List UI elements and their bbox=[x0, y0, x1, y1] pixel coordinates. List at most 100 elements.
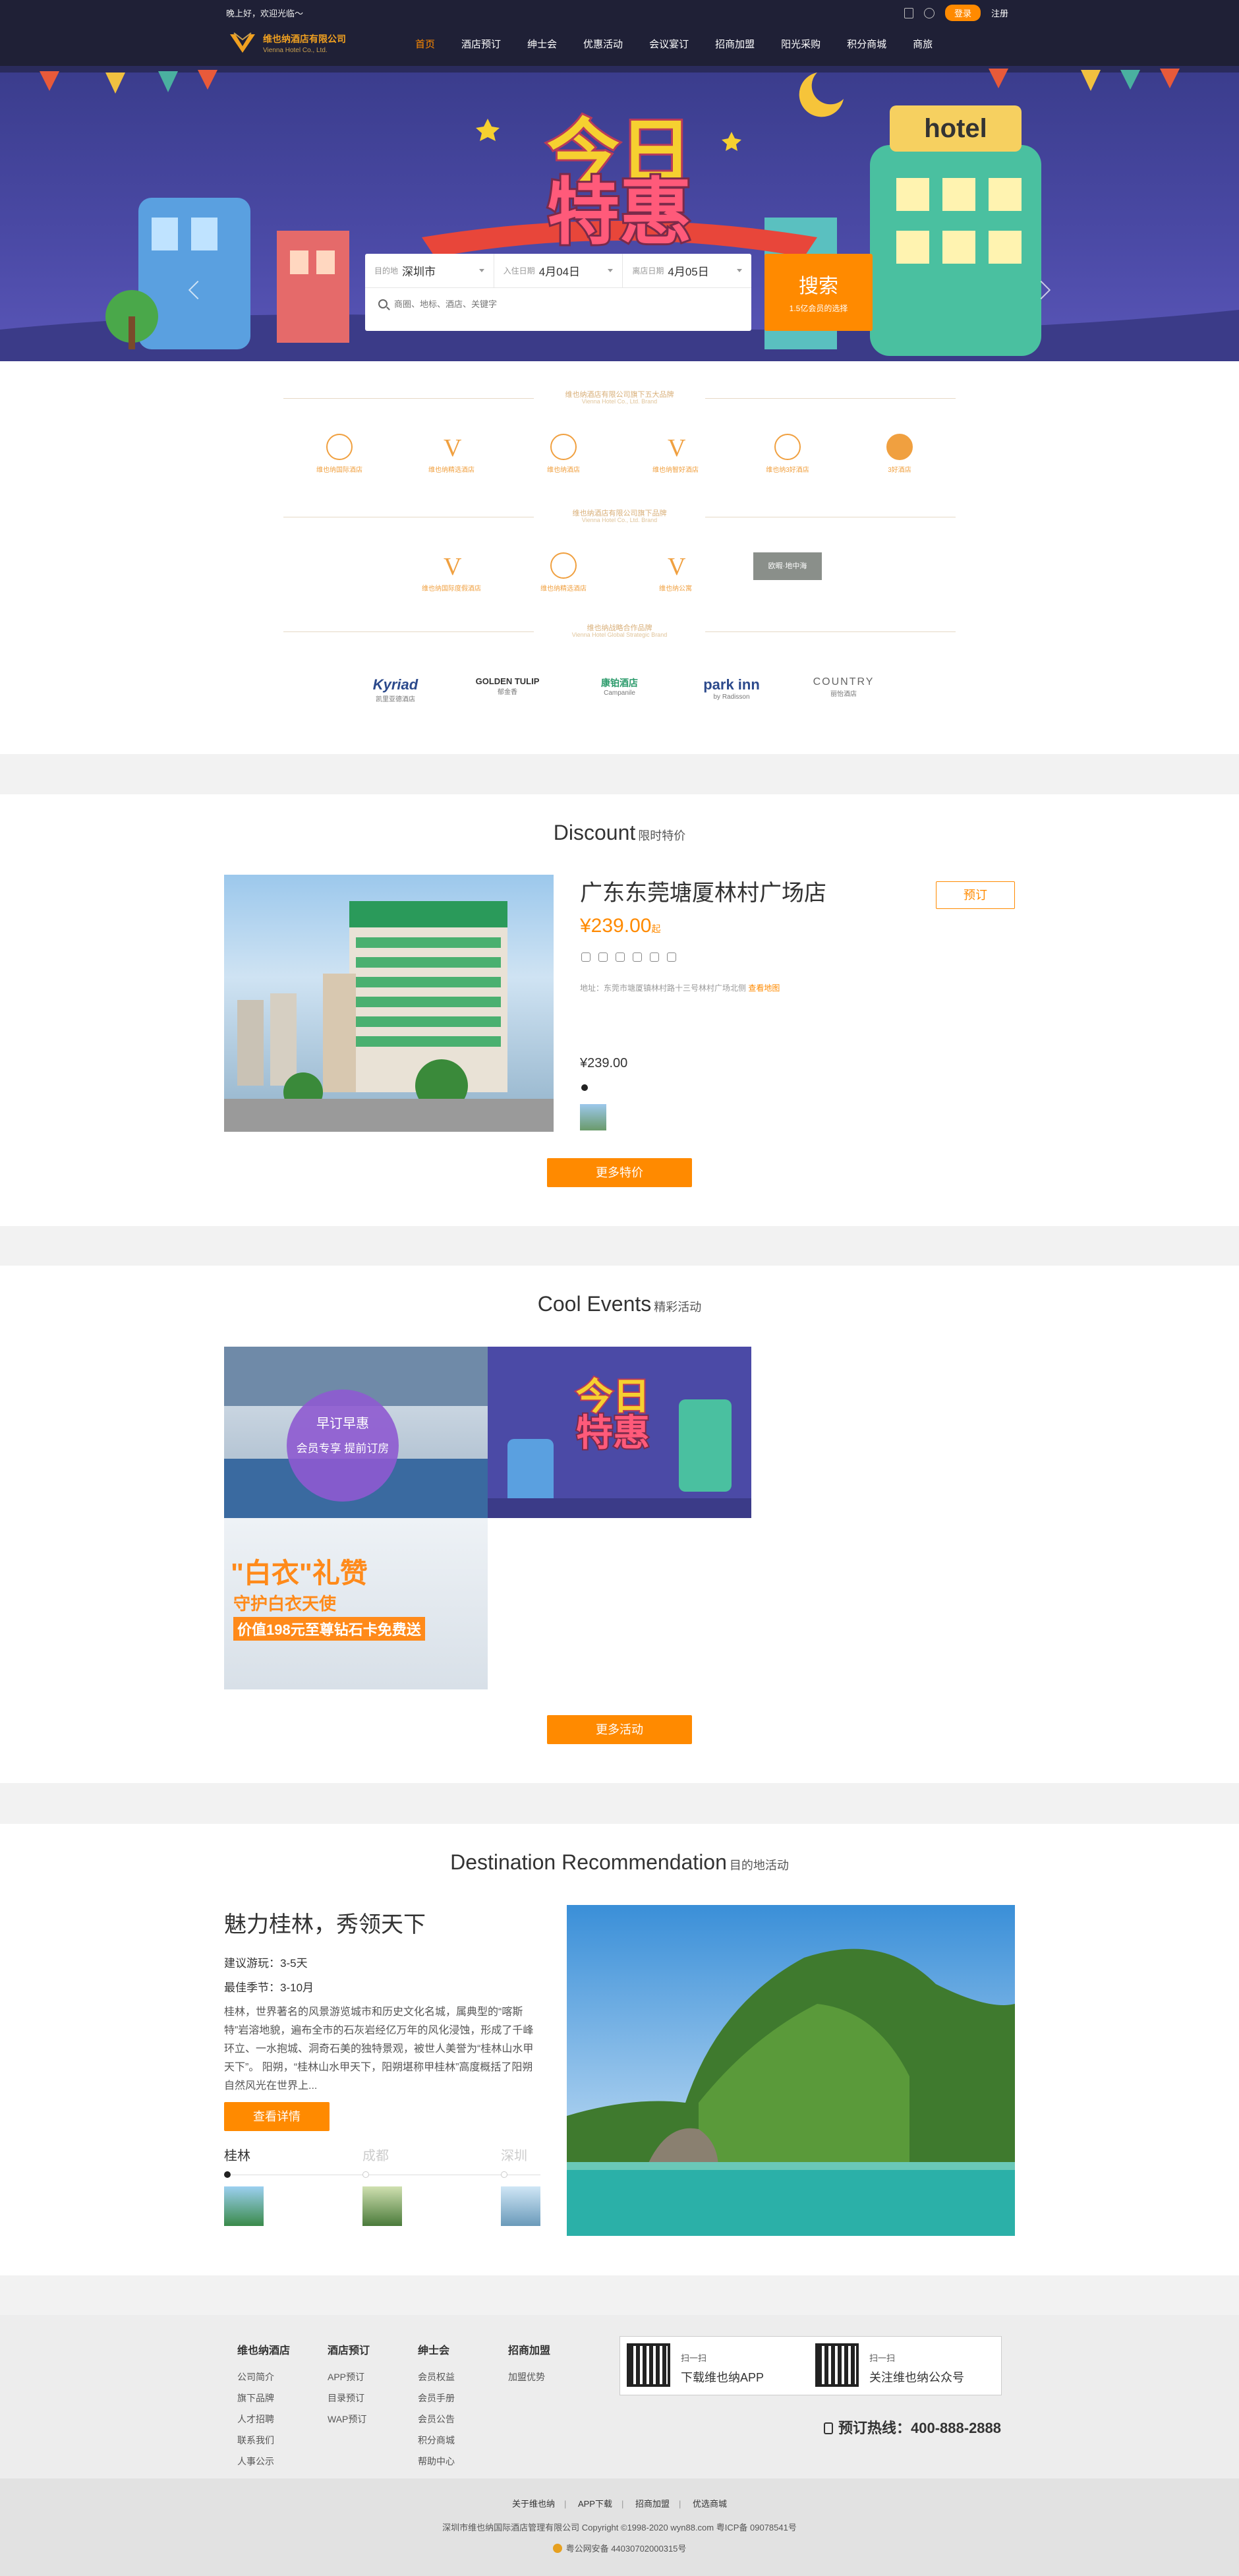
footer-link[interactable]: 联系我们 bbox=[237, 2430, 290, 2451]
destination-section: Destination Recommendation 目的地活动 魅力桂林，秀领天… bbox=[0, 1824, 1239, 2275]
event-3-offer: 价值198元至尊钻石卡免费送 bbox=[233, 1617, 425, 1641]
nav-procurement[interactable]: 阳光采购 bbox=[768, 24, 834, 66]
hotel-price-value: ¥239.00 bbox=[580, 915, 652, 937]
tab-dot-guilin[interactable] bbox=[224, 2171, 231, 2178]
hotel-thumbnail[interactable] bbox=[580, 1104, 606, 1130]
brand-item[interactable]: 维也纳酒店 bbox=[507, 434, 620, 474]
footer-link[interactable]: 积分商城 bbox=[418, 2430, 455, 2451]
footer-link[interactable]: APP预订 bbox=[328, 2366, 370, 2387]
brand-group-2-header: 维也纳酒店有限公司旗下品牌 Vienna Hotel Co., Ltd. Bran… bbox=[283, 510, 956, 523]
event-3-headline: "白衣"礼赞 bbox=[231, 1558, 368, 1589]
nav-meetings[interactable]: 会议宴订 bbox=[636, 24, 702, 66]
tab-dot-chengdu[interactable] bbox=[362, 2171, 369, 2178]
destination-photo[interactable] bbox=[567, 1905, 1015, 2236]
tab-shenzhen[interactable]: 深圳 bbox=[501, 2145, 527, 2164]
mall-link[interactable]: 优选商城 bbox=[693, 2499, 727, 2509]
partner-item[interactable]: 康铂酒店 Campanile bbox=[563, 676, 676, 703]
hotel-search-box: 目的地 深圳市 入住日期 4月04日 离店日期 4月05日 bbox=[365, 254, 751, 331]
footer-link[interactable]: 旗下品牌 bbox=[237, 2387, 290, 2409]
guilin-thumbnail[interactable] bbox=[224, 2186, 264, 2226]
discount-title-en: Discount bbox=[553, 821, 636, 844]
events-title: Cool Events 精彩活动 bbox=[0, 1292, 1239, 1316]
footer-link[interactable]: 会员权益 bbox=[418, 2366, 455, 2387]
nav-hotel-booking[interactable]: 酒店预订 bbox=[448, 24, 514, 66]
footer-link[interactable]: 人事公示 bbox=[237, 2451, 290, 2472]
nav-business-travel[interactable]: 商旅 bbox=[900, 24, 946, 66]
footer-link[interactable]: 帮助中心 bbox=[418, 2451, 455, 2472]
nav-points-mall[interactable]: 积分商城 bbox=[834, 24, 900, 66]
partner-item[interactable]: COUNTRY 丽怡酒店 bbox=[788, 676, 900, 703]
footer-link[interactable]: 目录预订 bbox=[328, 2387, 370, 2409]
three-logo-icon bbox=[886, 434, 913, 460]
login-button[interactable]: 登录 bbox=[944, 5, 981, 21]
brand-logo-icon bbox=[326, 434, 353, 460]
footer-link[interactable]: 公司简介 bbox=[237, 2366, 290, 2387]
view-details-button[interactable]: 查看详情 bbox=[224, 2102, 330, 2131]
search-icon bbox=[378, 299, 388, 308]
footer-link[interactable]: 会员手册 bbox=[418, 2387, 455, 2409]
book-button[interactable]: 预订 bbox=[936, 881, 1015, 909]
footer-link[interactable]: 人才招聘 bbox=[237, 2409, 290, 2430]
phone-icon bbox=[824, 2422, 833, 2434]
search-button[interactable]: 搜索 1.5亿会员的选择 bbox=[764, 254, 873, 331]
event-1-sub: 会员专享 提前订房 bbox=[296, 1442, 389, 1455]
brand-item[interactable]: 维也纳3好酒店 bbox=[732, 434, 844, 474]
svg-text:今日: 今日 bbox=[576, 1376, 650, 1417]
booking-hotline-text: 预订热线：400-888-2888 bbox=[838, 2420, 1002, 2436]
franchise-link[interactable]: 招商加盟 bbox=[635, 2499, 670, 2509]
keyword-input[interactable] bbox=[394, 299, 691, 309]
footer-bottom-links: 关于维也纳 | APP下载 | 招商加盟 | 优选商城 bbox=[511, 2499, 728, 2509]
checkin-label: 入住日期 bbox=[503, 266, 535, 276]
brand-group-2-title: 维也纳酒店有限公司旗下品牌 bbox=[572, 510, 667, 517]
nav-gentleman-club[interactable]: 绅士会 bbox=[514, 24, 570, 66]
slide-dot[interactable] bbox=[581, 1084, 588, 1091]
event-card-today-special[interactable]: 今日 特惠 bbox=[488, 1347, 751, 1518]
event-card-white-coat[interactable]: "白衣"礼赞 守护白衣天使 价值198元至尊钻石卡免费送 bbox=[224, 1518, 488, 1689]
brand-item[interactable]: 维也纳智好酒店 bbox=[620, 434, 732, 474]
hotel-photo[interactable] bbox=[224, 875, 554, 1132]
brand-item[interactable]: 维也纳精选酒店 bbox=[507, 552, 620, 593]
register-link[interactable]: 注册 bbox=[991, 7, 1008, 19]
main-header: 维也纳酒店有限公司 Vienna Hotel Co., Ltd. 首页 酒店预订… bbox=[0, 24, 1239, 66]
police-record[interactable]: 粤公网安备 44030702000315号 bbox=[0, 2542, 1239, 2554]
partner-item[interactable]: park inn by Radisson bbox=[676, 676, 788, 703]
partner-name: Kyriad bbox=[372, 676, 418, 693]
message-icon[interactable] bbox=[923, 7, 935, 18]
logo-name-en: Vienna Hotel Co., Ltd. bbox=[263, 46, 328, 54]
hero-banner[interactable]: hotel 今日 特惠 目的地 深圳市 入住日期 4月04日 离店日期 4月05… bbox=[0, 66, 1239, 361]
more-deals-button[interactable]: 更多特价 bbox=[547, 1158, 692, 1187]
event-card-early-booking[interactable]: 早订早惠 会员专享 提前订房 bbox=[224, 1347, 488, 1518]
nav-franchise[interactable]: 招商加盟 bbox=[702, 24, 768, 66]
tab-chengdu[interactable]: 成都 bbox=[362, 2145, 389, 2164]
brand-item[interactable]: 欧暇·地中海 bbox=[732, 552, 844, 593]
brand-item[interactable]: 维也纳公寓 bbox=[620, 552, 732, 593]
tab-dot-shenzhen[interactable] bbox=[501, 2171, 507, 2178]
chengdu-thumbnail[interactable] bbox=[362, 2186, 402, 2226]
footer-link[interactable]: WAP预订 bbox=[328, 2409, 370, 2430]
svg-text:hotel: hotel bbox=[924, 114, 987, 143]
checkin-date-picker[interactable]: 入住日期 4月04日 bbox=[494, 254, 623, 287]
brand-item[interactable]: 3好酒店 bbox=[844, 434, 956, 474]
nav-promotions[interactable]: 优惠活动 bbox=[570, 24, 636, 66]
brand-item[interactable]: 维也纳国际度假酒店 bbox=[395, 552, 507, 593]
partner-item[interactable]: Kyriad 凯里亚德酒店 bbox=[339, 676, 451, 703]
partner-sub: 凯里亚德酒店 bbox=[376, 696, 415, 703]
brand-item[interactable]: 维也纳国际酒店 bbox=[283, 434, 395, 474]
mobile-icon[interactable] bbox=[904, 7, 913, 18]
checkout-date-picker[interactable]: 离店日期 4月05日 bbox=[623, 254, 751, 287]
police-emblem-icon bbox=[552, 2544, 562, 2553]
footer-link[interactable]: 会员公告 bbox=[418, 2409, 455, 2430]
partner-item[interactable]: GOLDEN TULIP 郁金香 bbox=[451, 676, 563, 703]
brand-item[interactable]: 维也纳精选酒店 bbox=[395, 434, 507, 474]
view-map-link[interactable]: 查看地图 bbox=[748, 983, 780, 993]
shenzhen-thumbnail[interactable] bbox=[501, 2186, 540, 2226]
logo[interactable]: 维也纳酒店有限公司 Vienna Hotel Co., Ltd. bbox=[227, 30, 346, 55]
destination-select[interactable]: 目的地 深圳市 bbox=[365, 254, 494, 287]
tab-guilin[interactable]: 桂林 bbox=[224, 2145, 250, 2164]
hotel-name[interactable]: 广东东莞塘厦林村广场店 bbox=[580, 875, 826, 907]
footer-link[interactable]: 加盟优势 bbox=[508, 2366, 550, 2387]
app-download-link[interactable]: APP下载 bbox=[578, 2499, 612, 2509]
more-events-button[interactable]: 更多活动 bbox=[547, 1715, 692, 1744]
about-link[interactable]: 关于维也纳 bbox=[512, 2499, 555, 2509]
nav-home[interactable]: 首页 bbox=[402, 24, 448, 66]
